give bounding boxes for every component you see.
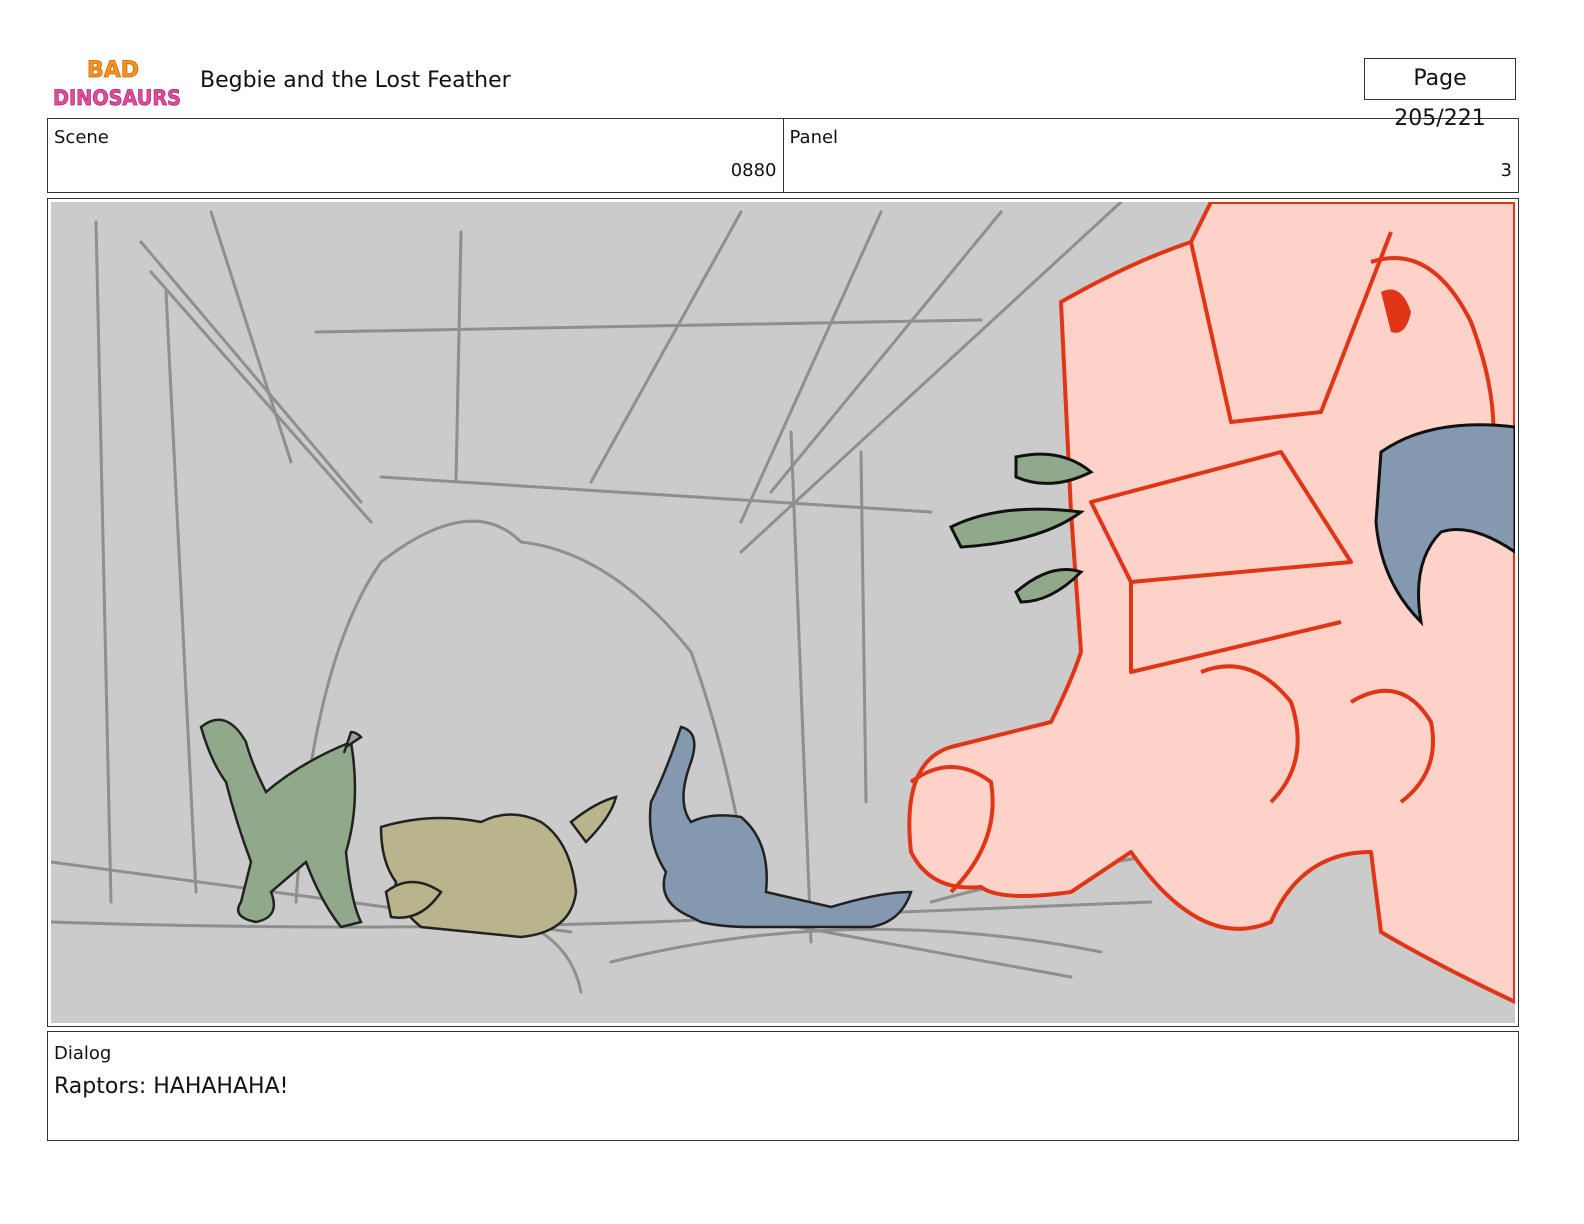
- logo-text-bottom: DINOSAURS: [53, 86, 181, 110]
- logo-text-top: BAD: [87, 58, 139, 83]
- dialog-box: Dialog Raptors: HAHAHAHA!: [47, 1031, 1519, 1141]
- scene-cell: Scene 0880: [48, 119, 783, 192]
- page-number: Page 205/221: [1364, 58, 1516, 131]
- panel-cell: Panel 3: [782, 119, 1519, 192]
- document-title: Begbie and the Lost Feather: [200, 68, 511, 93]
- panel-drawing: [51, 202, 1515, 1023]
- panel-value: 3: [1500, 160, 1512, 181]
- panel-label: Panel: [789, 127, 839, 148]
- storyboard-panel: [47, 198, 1519, 1027]
- dialog-text: Raptors: HAHAHAHA!: [54, 1074, 289, 1099]
- scene-value: 0880: [730, 160, 777, 181]
- info-row: Scene 0880 Panel 3: [47, 118, 1519, 193]
- scene-label: Scene: [54, 127, 109, 148]
- bad-dinosaurs-logo: BAD DINOSAURS: [53, 58, 181, 111]
- dialog-label: Dialog: [54, 1043, 112, 1064]
